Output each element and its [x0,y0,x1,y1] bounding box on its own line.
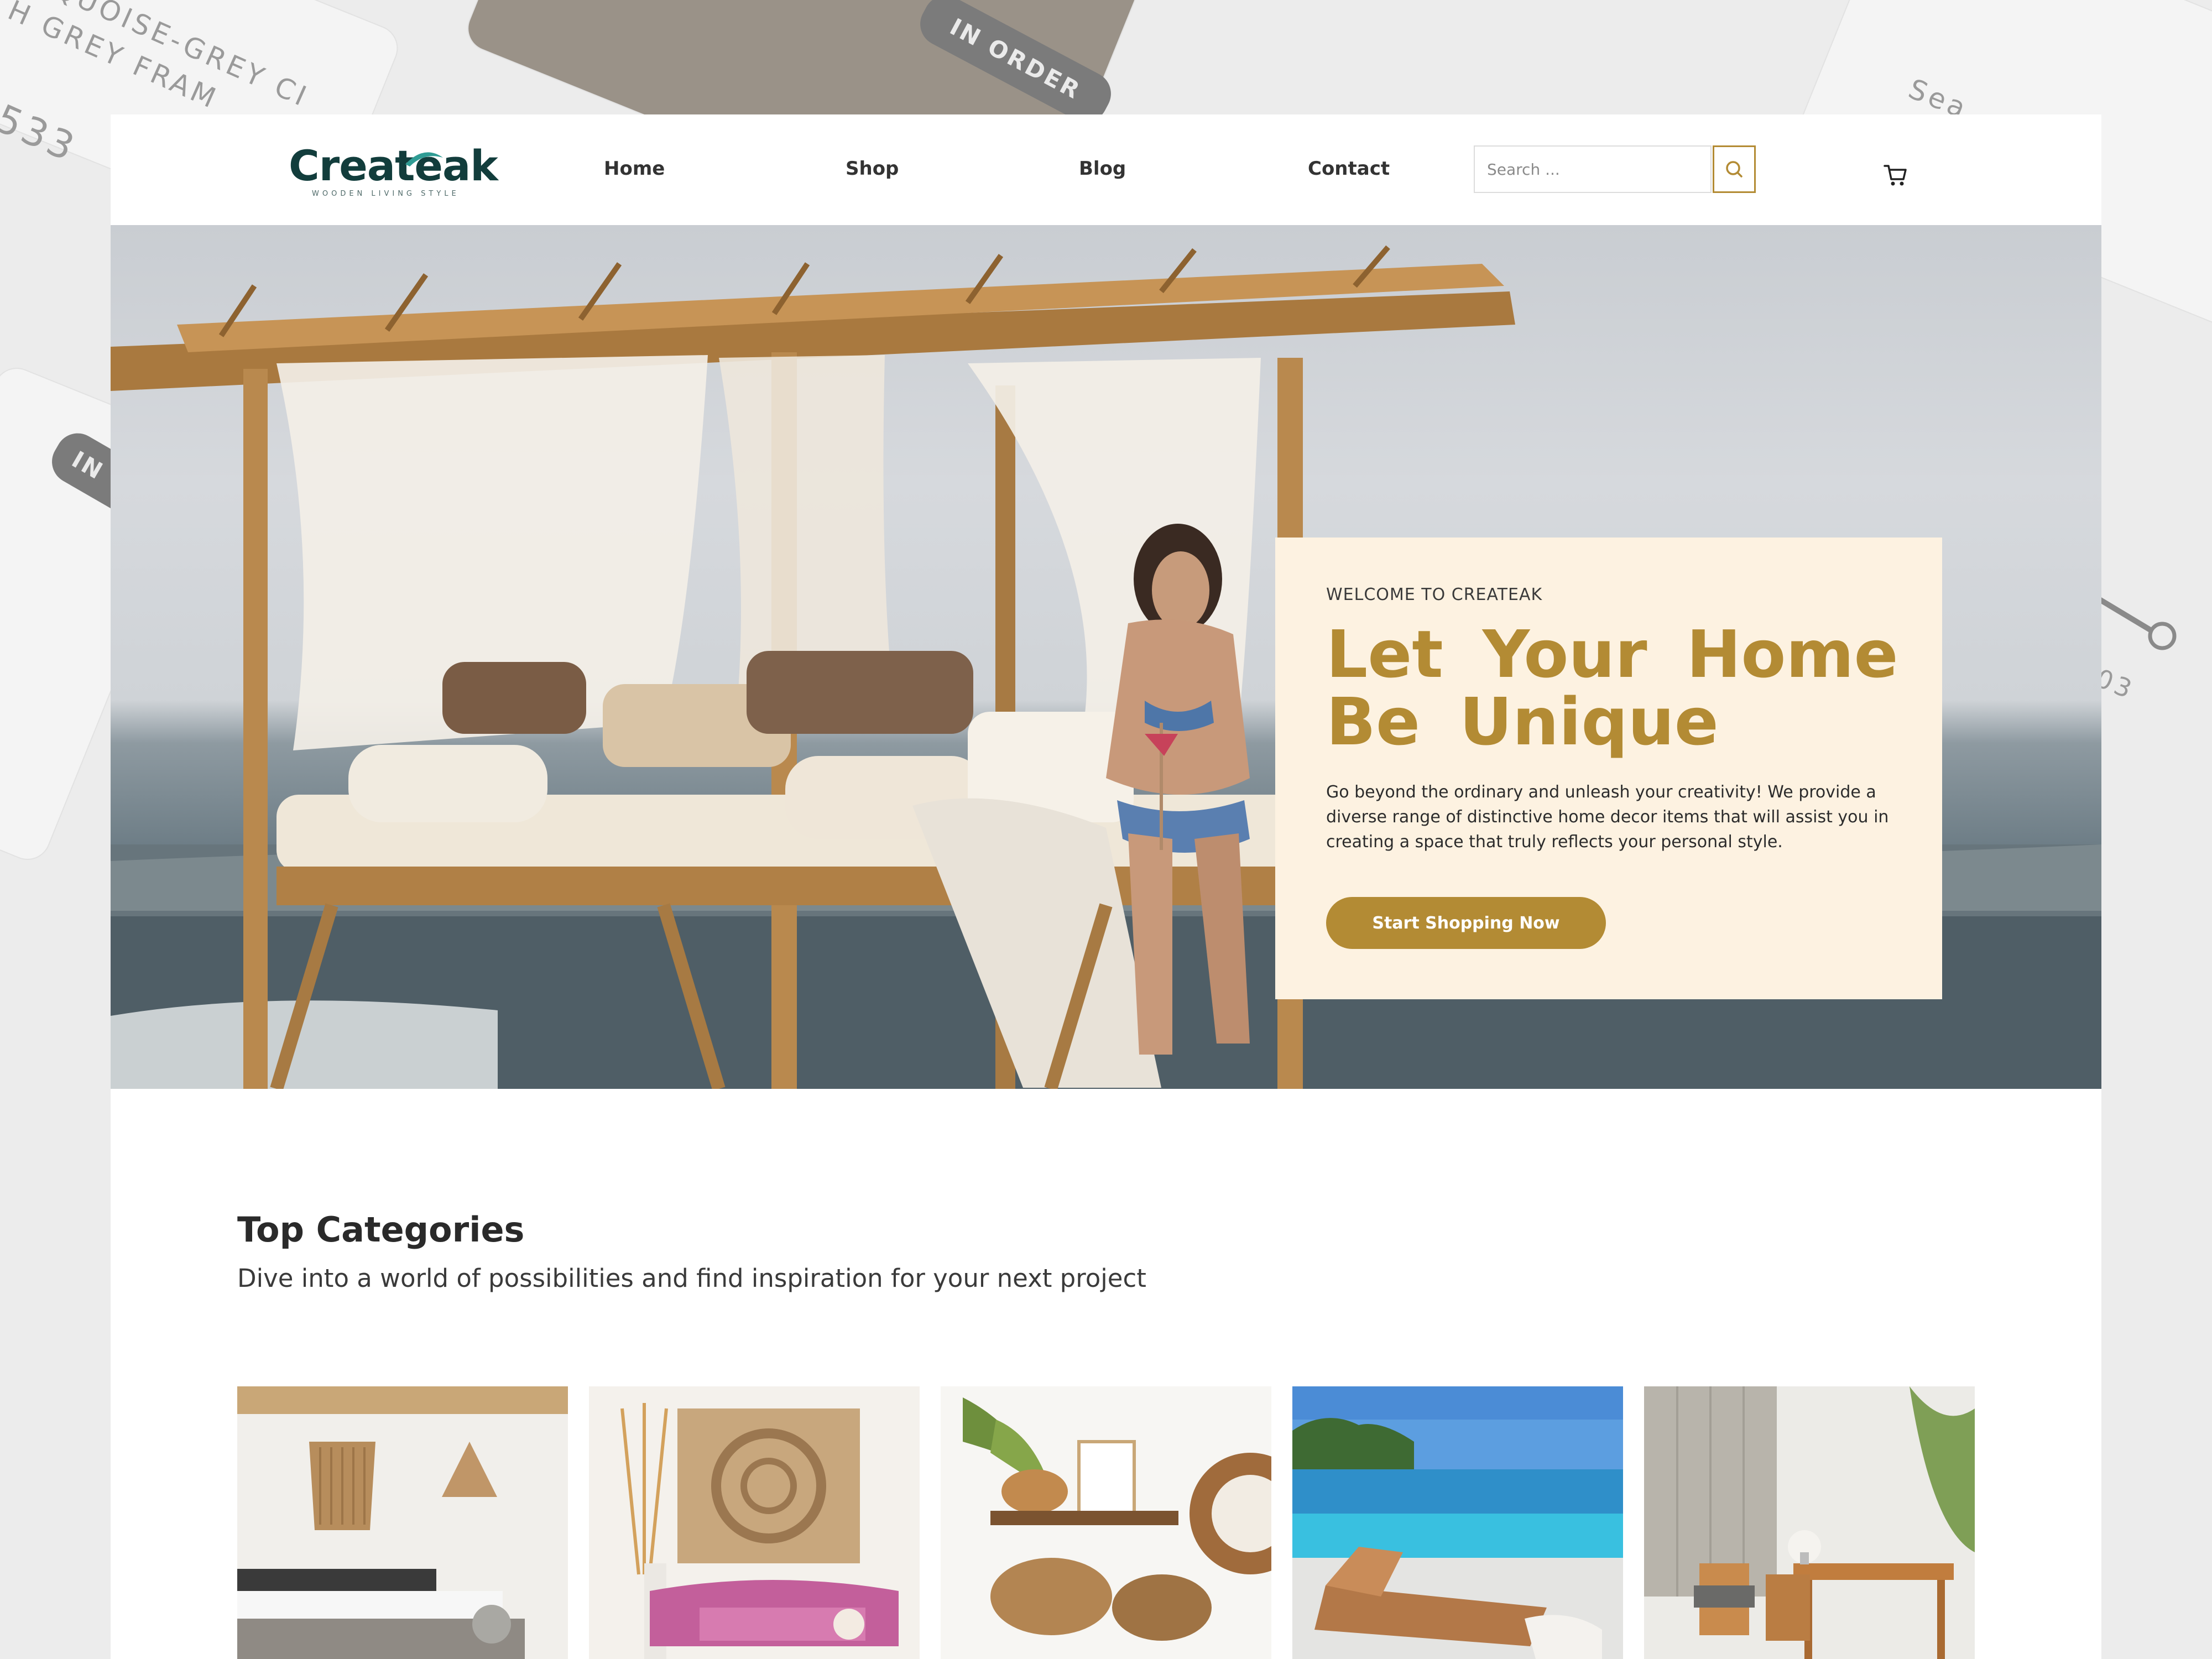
logo-text: Createak [289,141,498,190]
section-title: Top Categories [237,1209,525,1250]
hero-kicker: WELCOME TO CREATEAK [1326,585,1543,604]
category-card-dining[interactable] [1644,1386,1975,1659]
hero-banner: WELCOME TO CREATEAK Let Your Home Be Uni… [111,225,2101,1089]
hero-promo-panel: WELCOME TO CREATEAK Let Your Home Be Uni… [1275,538,1942,999]
logo-tagline: WOODEN LIVING STYLE [312,190,460,198]
website-page: Createak WOODEN LIVING STYLE Home Shop B… [111,114,2101,1659]
background-pin-icon [2096,594,2177,650]
category-image [237,1386,568,1659]
start-shopping-button[interactable]: Start Shopping Now [1326,897,1606,949]
nav-contact[interactable]: Contact [1308,158,1390,180]
search-input[interactable] [1475,147,1710,192]
search-box [1474,145,1712,193]
nav-blog[interactable]: Blog [1079,158,1126,180]
category-card-outdoor[interactable] [1292,1386,1623,1659]
cart-icon[interactable] [1882,161,1910,189]
logo-leaf-icon [405,152,443,166]
hero-title: Let Your Home Be Unique [1326,616,1898,760]
nav-home[interactable]: Home [604,158,665,180]
logo[interactable]: Createak WOODEN LIVING STYLE [289,141,498,202]
site-header: Createak WOODEN LIVING STYLE Home Shop B… [111,114,2101,225]
nav-shop[interactable]: Shop [846,158,899,180]
category-image [941,1386,1271,1659]
category-card-living-room[interactable] [589,1386,920,1659]
category-card-bedroom[interactable] [237,1386,568,1659]
hero-description: Go beyond the ordinary and unleash your … [1326,782,1889,852]
category-image [1292,1386,1623,1659]
search-icon [1726,161,1743,178]
category-card-decor[interactable] [941,1386,1271,1659]
section-subtitle: Dive into a world of possibilities and f… [237,1264,1146,1293]
search-button[interactable] [1713,145,1756,193]
category-image [589,1386,920,1659]
category-image [1644,1386,1975,1659]
